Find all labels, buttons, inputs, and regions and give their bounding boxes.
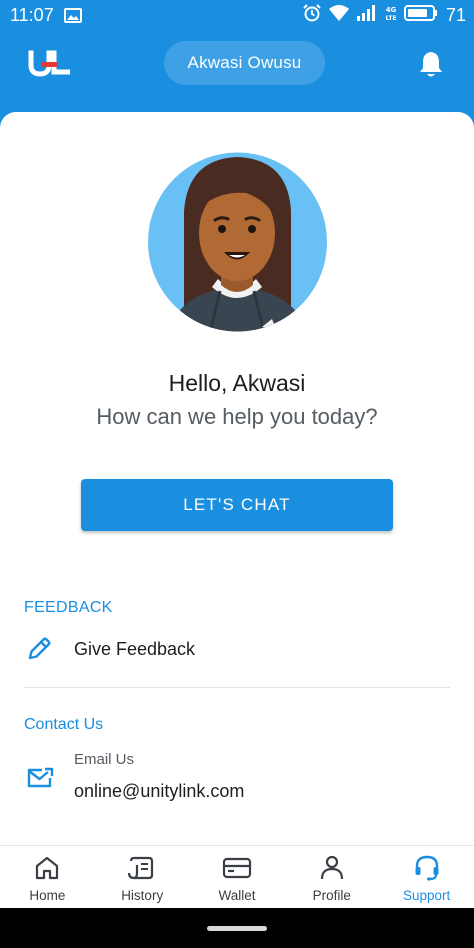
home-icon [34,855,60,881]
system-navigation-bar [0,908,474,948]
lets-chat-button[interactable]: LET'S CHAT [81,479,393,531]
bottom-navigation: Home History Wallet Profile Support [0,845,474,908]
history-icon [127,855,157,881]
nav-item-wallet[interactable]: Wallet [190,846,285,908]
cell-signal-icon [356,4,378,27]
bell-icon[interactable] [418,50,444,83]
battery-icon [403,4,438,27]
status-time: 11:07 [10,5,54,25]
support-headset-icon [413,855,441,881]
mail-icon [26,766,54,795]
support-content: Hello, Akwasi How can we help you today?… [0,112,474,845]
nav-label-wallet: Wallet [218,888,256,903]
svg-text:LTE: LTE [385,15,396,22]
profile-icon [320,855,344,881]
nav-label-history: History [121,888,164,903]
contact-section-title: Contact Us [24,716,104,733]
support-email-address[interactable]: online@unitylink.com [74,781,244,802]
gallery-notification-icon [64,8,82,28]
status-bar: 11:07 4G LTE 71 [0,0,474,30]
email-us-label: Email Us [74,751,135,768]
support-agent-avatar [148,151,327,333]
nav-item-profile[interactable]: Profile [284,846,379,908]
app-header: Akwasi Owusu [0,30,474,112]
home-gesture-pill[interactable] [207,926,267,931]
battery-percentage: 71 [445,4,466,25]
app-logo[interactable] [28,50,71,83]
svg-text:4G: 4G [386,6,397,14]
user-name-chip[interactable]: Akwasi Owusu [164,41,325,85]
nav-item-home[interactable]: Home [0,846,95,908]
email-us-item[interactable]: Email Us online@unitylink.com [0,748,474,808]
nav-item-support[interactable]: Support [379,846,474,908]
nav-label-profile: Profile [312,888,351,903]
feedback-section-title: FEEDBACK [24,599,113,616]
pencil-icon [26,636,52,667]
wifi-icon [328,4,350,27]
network-type-icon: 4G LTE [384,4,398,27]
wallet-icon [222,855,252,881]
give-feedback-label: Give Feedback [74,639,196,659]
nav-label-home: Home [29,888,66,903]
nav-item-history[interactable]: History [95,846,190,908]
section-divider [24,687,450,688]
give-feedback-item[interactable]: Give Feedback [0,628,474,670]
alarm-icon [302,3,322,28]
greeting-heading: Hello, Akwasi [168,370,306,396]
status-icons: 4G LTE 71 [302,3,466,28]
nav-label-support: Support [402,888,451,903]
help-subtitle: How can we help you today? [96,404,378,429]
